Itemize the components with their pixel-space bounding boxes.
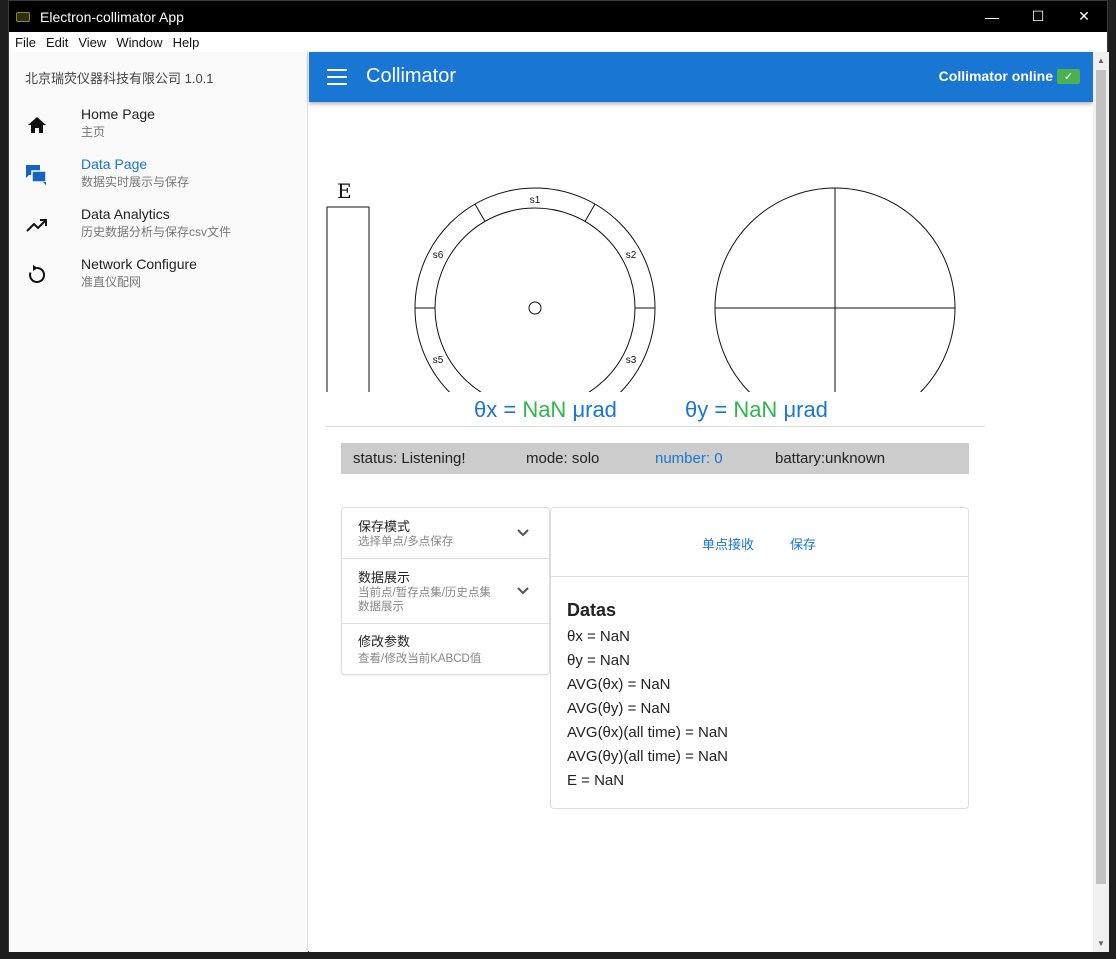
sensor-ring: s1 s2 s3 s4 s5 s6 bbox=[414, 187, 656, 392]
expansion-panels: 保存模式 选择单点/多点保存 数据展示 当前点/暂存点集/历史点集 数据展示 修… bbox=[341, 507, 550, 675]
panel-title: 数据展示 bbox=[358, 570, 411, 585]
status-bar: status: Listening! mode: solo number: 0 … bbox=[341, 443, 969, 474]
panel-modify-params[interactable]: 修改参数 查看/修改当前KABCD值 bbox=[342, 624, 549, 675]
sidebar-item-subtitle: 准直仪配网 bbox=[81, 275, 142, 289]
sensor-label: s2 bbox=[626, 250, 637, 261]
company-name: 北京瑞荧仪器科技有限公司 1.0.1 bbox=[25, 71, 214, 86]
menu-file[interactable]: File bbox=[9, 35, 41, 50]
app-window: Electron-collimator App — ☐ ✕ File Edit … bbox=[8, 0, 1109, 952]
menu-help[interactable]: Help bbox=[168, 35, 205, 50]
collimator-diagram: E s1 s2 s3 s4 s5 s6 bbox=[326, 179, 956, 392]
sidebar-item-subtitle: 数据实时展示与保存 bbox=[81, 175, 190, 189]
theta-y-unit: μrad bbox=[777, 397, 828, 422]
chevron-down-icon[interactable] bbox=[517, 527, 529, 539]
sidebar-item-label: Home Page bbox=[81, 106, 155, 122]
theta-x-label: θx = bbox=[474, 397, 523, 422]
e-label: E bbox=[337, 179, 352, 203]
sidebar-item-data-page[interactable]: Data Page 数据实时展示与保存 bbox=[9, 150, 308, 200]
home-icon bbox=[25, 113, 49, 137]
single-receive-button[interactable]: 单点接收 bbox=[702, 534, 754, 553]
minimize-button[interactable]: — bbox=[969, 1, 1015, 32]
connection-status: Collimator online ✓ bbox=[939, 68, 1080, 84]
data-line: E = NaN bbox=[567, 772, 625, 789]
chat-icon bbox=[25, 163, 49, 187]
mode-text: mode: solo bbox=[526, 450, 600, 467]
card-actions: 单点接收 保存 bbox=[551, 508, 968, 577]
panel-title: 修改参数 bbox=[358, 634, 411, 649]
battery-text: battary:unknown bbox=[775, 450, 886, 467]
chevron-down-icon[interactable] bbox=[517, 585, 529, 597]
sidebar-item-label: Network Configure bbox=[81, 256, 197, 272]
data-line: AVG(θy) = NaN bbox=[567, 700, 671, 717]
sidebar-item-label: Data Analytics bbox=[81, 206, 170, 222]
sensor-label: s1 bbox=[530, 195, 541, 206]
title-bar: Electron-collimator App — ☐ ✕ bbox=[9, 1, 1107, 32]
refresh-icon bbox=[25, 263, 49, 287]
app-logo-icon bbox=[16, 11, 30, 22]
menu-bar: File Edit View Window Help bbox=[9, 32, 1107, 52]
panel-save-mode[interactable]: 保存模式 选择单点/多点保存 bbox=[342, 508, 549, 559]
menu-edit[interactable]: Edit bbox=[41, 35, 73, 50]
maximize-button[interactable]: ☐ bbox=[1015, 1, 1061, 32]
connection-status-label: Collimator online bbox=[938, 68, 1053, 84]
vertical-scrollbar[interactable]: ▲ ▼ bbox=[1093, 52, 1109, 952]
sensor-label: s6 bbox=[433, 250, 444, 261]
status-text: status: Listening! bbox=[353, 450, 466, 467]
theta-x-unit: μrad bbox=[566, 397, 617, 422]
sidebar-item-subtitle: 主页 bbox=[81, 125, 106, 139]
sidebar-item-network-configure[interactable]: Network Configure 准直仪配网 bbox=[9, 250, 308, 300]
center-marker bbox=[528, 301, 542, 315]
scroll-thumb[interactable] bbox=[1096, 70, 1106, 884]
panel-title: 保存模式 bbox=[358, 519, 411, 534]
sidebar-item-label: Data Page bbox=[81, 156, 148, 172]
trending-up-icon bbox=[25, 213, 49, 237]
sensor-label: s3 bbox=[626, 355, 637, 366]
sidebar-item-home[interactable]: Home Page 主页 bbox=[9, 100, 308, 150]
check-icon: ✓ bbox=[1057, 68, 1080, 84]
menu-window[interactable]: Window bbox=[111, 35, 167, 50]
data-card: 单点接收 保存 Datas θx = NaN θy = NaN AVG(θx) … bbox=[550, 507, 969, 809]
app-bar: Collimator Collimator online ✓ bbox=[309, 52, 1093, 102]
panel-subtitle: 选择单点/多点保存 bbox=[358, 536, 454, 548]
number-text: number: 0 bbox=[655, 450, 723, 467]
data-line: θx = NaN bbox=[567, 628, 630, 645]
sensor-label: s5 bbox=[433, 355, 444, 366]
datas-title: Datas bbox=[567, 600, 617, 620]
e-bar bbox=[326, 206, 370, 392]
sidebar-item-subtitle: 历史数据分析与保存csv文件 bbox=[81, 225, 232, 239]
close-button[interactable]: ✕ bbox=[1061, 1, 1107, 32]
sidebar: 北京瑞荧仪器科技有限公司 1.0.1 Home Page 主页 Data Pag… bbox=[9, 52, 308, 952]
theta-y-label: θy = bbox=[685, 397, 734, 422]
theta-x-readout: θx = NaN μrad bbox=[474, 397, 617, 423]
data-line: AVG(θx) = NaN bbox=[567, 676, 671, 693]
menu-view[interactable]: View bbox=[73, 35, 111, 50]
scroll-down-icon[interactable]: ▼ bbox=[1093, 935, 1109, 952]
panel-data-display[interactable]: 数据展示 当前点/暂存点集/历史点集 数据展示 bbox=[342, 559, 549, 624]
window-title: Electron-collimator App bbox=[40, 8, 184, 25]
scroll-up-icon[interactable]: ▲ bbox=[1093, 52, 1109, 69]
panel-subtitle: 查看/修改当前KABCD值 bbox=[358, 653, 482, 665]
theta-y-readout: θy = NaN μrad bbox=[685, 397, 828, 423]
crosshair-target bbox=[714, 187, 956, 392]
save-button[interactable]: 保存 bbox=[790, 534, 816, 553]
menu-icon[interactable] bbox=[327, 69, 347, 85]
page-title: Collimator bbox=[366, 65, 457, 87]
sidebar-item-data-analytics[interactable]: Data Analytics 历史数据分析与保存csv文件 bbox=[9, 200, 308, 250]
data-line: θy = NaN bbox=[567, 652, 630, 669]
main-content: Collimator Collimator online ✓ E s1 s2 s… bbox=[309, 52, 1093, 952]
theta-y-value: NaN bbox=[733, 397, 778, 422]
data-line: AVG(θy)(all time) = NaN bbox=[567, 748, 729, 765]
data-line: AVG(θx)(all time) = NaN bbox=[567, 724, 729, 741]
panel-subtitle: 当前点/暂存点集/历史点集 数据展示 bbox=[358, 587, 491, 613]
divider bbox=[325, 426, 985, 427]
theta-x-value: NaN bbox=[522, 397, 567, 422]
